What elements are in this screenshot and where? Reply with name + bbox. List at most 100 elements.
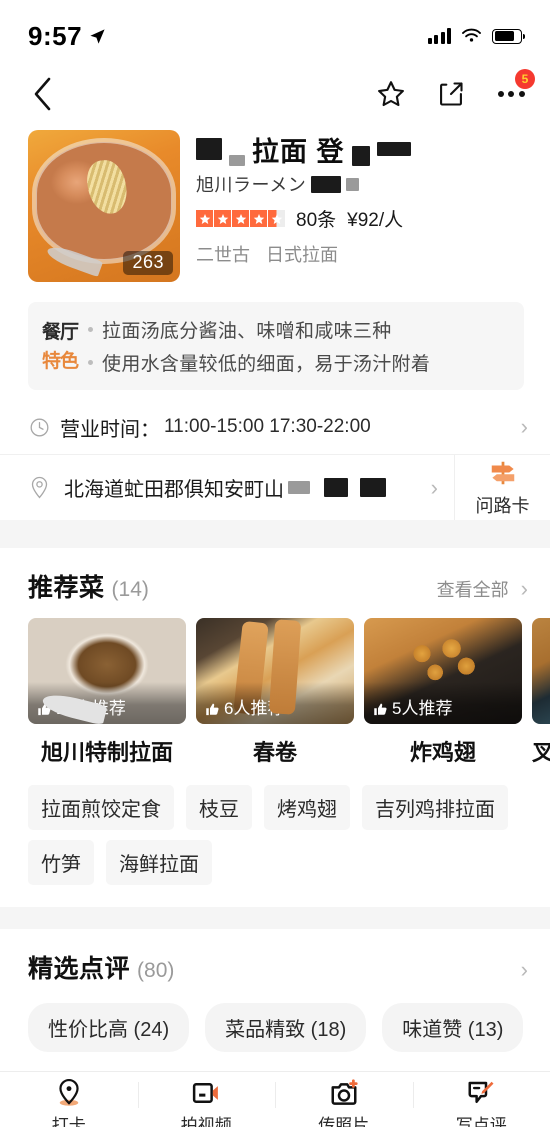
- clock-icon: [28, 417, 50, 438]
- section-divider: [0, 907, 550, 929]
- dish-image: 5人推荐: [364, 618, 522, 724]
- dish-name: 叉: [532, 740, 550, 765]
- chevron-right-icon: ›: [520, 576, 528, 601]
- nav-actions: 5: [374, 69, 535, 111]
- dish-tag[interactable]: 吉列鸡排拉面: [362, 785, 508, 830]
- thumbs-up-icon: [38, 703, 51, 716]
- restaurant-detail-page: 9:57 5 263 拉面 登 旭川ラーメン 80条 ¥92/人 二世古 日式拉…: [0, 0, 550, 1127]
- review-count: 80条: [296, 210, 337, 231]
- redacted-block: [229, 155, 245, 166]
- dish-card[interactable]: 15人推荐 旭川特制拉面: [28, 618, 186, 767]
- address-link[interactable]: 北海道虻田郡俱知安町山 ›: [28, 455, 454, 520]
- dish-tag[interactable]: 海鲜拉面: [106, 840, 212, 885]
- more-button[interactable]: 5: [494, 69, 535, 111]
- business-hours-value: 11:00-15:00 17:30-22:00: [164, 416, 371, 437]
- dish-tag[interactable]: 烤鸡翅: [264, 785, 350, 830]
- write-review-icon: [468, 1081, 494, 1103]
- recommended-dishes-count: (14): [111, 578, 149, 601]
- shop-photo-rim: [32, 138, 176, 264]
- category-area[interactable]: 二世古: [196, 241, 250, 267]
- back-button[interactable]: [26, 77, 60, 111]
- dish-tag[interactable]: 枝豆: [186, 785, 252, 830]
- shop-info: 拉面 登 旭川ラーメン 80条 ¥92/人 二世古 日式拉面: [196, 130, 524, 282]
- address-text: 北海道虻田郡俱知安町山: [64, 479, 284, 501]
- map-pin-checkin-icon: [59, 1078, 79, 1106]
- share-icon: [440, 82, 463, 106]
- see-all-button[interactable]: 查看全部 ›: [437, 576, 528, 602]
- more-dots-icon: [497, 91, 525, 97]
- bottom-action-bar: 打卡 拍视频 传照片 写点评: [0, 1071, 550, 1127]
- bottom-action-photo[interactable]: 传照片: [275, 1078, 413, 1127]
- chevron-right-icon: ›: [520, 414, 528, 439]
- bottom-action-checkin[interactable]: 打卡: [0, 1078, 138, 1127]
- dish-recommend-count: 15人推荐: [56, 699, 126, 718]
- dish-card[interactable]: 5人推荐 炸鸡翅: [364, 618, 522, 767]
- status-bar: 9:57: [0, 0, 550, 62]
- status-bar-right: [427, 28, 526, 44]
- dish-tag[interactable]: 竹笋: [28, 840, 94, 885]
- location-pin-icon: [28, 476, 50, 499]
- star-full: [196, 210, 213, 227]
- reviews-more-button[interactable]: ›: [515, 959, 528, 981]
- review-tag-pill[interactable]: 性价比高 (24): [28, 1003, 190, 1052]
- price-per-person: ¥92/人: [347, 210, 404, 231]
- review-tag-pill[interactable]: 味道赞 (13): [382, 1003, 524, 1052]
- redacted-block: [346, 177, 360, 191]
- bullet-icon: [88, 360, 94, 365]
- reviews-header[interactable]: 精选点评 (80) ›: [0, 929, 550, 985]
- dish-card[interactable]: 6人推荐 春卷: [196, 618, 354, 767]
- dish-name: 炸鸡翅: [409, 740, 476, 765]
- shop-photo[interactable]: 263: [28, 130, 180, 282]
- thumbs-up-icon: [374, 703, 387, 716]
- star-full: [214, 210, 231, 227]
- dish-tags-list: 拉面煎饺定食 枝豆 烤鸡翅 吉列鸡排拉面 竹笋 海鲜拉面: [0, 767, 550, 907]
- shop-title-row: 拉面 登: [196, 132, 524, 167]
- cellular-signal-icon: [427, 28, 451, 44]
- nav-bar: 5: [0, 62, 550, 126]
- dish-recommend-overlay: 5人推荐: [364, 682, 522, 724]
- rating-stars: [196, 210, 285, 227]
- more-badge: 5: [515, 69, 535, 89]
- dish-name: 春卷: [252, 740, 297, 765]
- star-half: [268, 210, 285, 227]
- star-outline-icon: [378, 81, 404, 107]
- favorite-button[interactable]: [374, 77, 408, 111]
- recommended-dishes-header: 推荐菜 (14) 查看全部 ›: [0, 548, 550, 604]
- camera-plus-icon: [331, 1079, 358, 1105]
- photo-count-badge: 263: [123, 251, 173, 275]
- chevron-left-icon: [34, 77, 51, 111]
- chevron-right-icon: ›: [430, 474, 438, 500]
- features-label-line1: 餐厅: [42, 322, 79, 343]
- recommended-dishes-list[interactable]: 15人推荐 旭川特制拉面 6人推荐 春卷 5人推荐 炸鸡翅 叉: [0, 604, 550, 767]
- share-button[interactable]: [434, 77, 468, 111]
- status-time: 9:57: [28, 20, 83, 51]
- review-tag-pill[interactable]: 菜品精致 (18): [205, 1003, 367, 1052]
- bottom-action-review[interactable]: 写点评: [412, 1078, 550, 1127]
- reviews-count: (80): [137, 959, 175, 982]
- battery-icon: [492, 28, 526, 44]
- business-hours-content: 营业时间： 11:00-15:00 17:30-22:00: [60, 413, 515, 442]
- bottom-action-label: 打卡: [51, 1116, 86, 1127]
- ask-directions-card-button[interactable]: 问路卡: [454, 455, 550, 520]
- bottom-action-label: 拍视频: [180, 1116, 232, 1127]
- dish-recommend-overlay: 15人推荐: [28, 682, 186, 724]
- feature-item: 使用水含量较低的细面，易于汤汁附着: [88, 349, 430, 376]
- bottom-action-video[interactable]: 拍视频: [137, 1078, 276, 1127]
- bottom-action-label: 传照片: [318, 1116, 370, 1127]
- review-tag-pills: 性价比高 (24) 菜品精致 (18) 味道赞 (13): [0, 985, 550, 1052]
- business-hours-row[interactable]: 营业时间： 11:00-15:00 17:30-22:00 ›: [0, 400, 550, 454]
- shop-rating-row: 80条 ¥92/人: [196, 205, 524, 232]
- bullet-icon: [88, 327, 94, 332]
- reviews-title: 精选点评: [28, 955, 131, 983]
- restaurant-features[interactable]: 餐厅 特色 拉面汤底分酱油、味噌和咸味三种 使用水含量较低的细面，易于汤汁附着: [28, 302, 524, 390]
- ask-directions-label: 问路卡: [475, 495, 530, 516]
- dish-tag[interactable]: 拉面煎饺定食: [28, 785, 174, 830]
- category-cuisine[interactable]: 日式拉面: [266, 241, 338, 267]
- status-bar-left: 9:57: [28, 21, 106, 52]
- dish-card[interactable]: 叉: [532, 618, 550, 767]
- recommended-dishes-title: 推荐菜: [28, 574, 105, 602]
- dish-recommend-count: 6人推荐: [224, 699, 285, 718]
- wifi-icon: [462, 28, 481, 42]
- address-row: 北海道虻田郡俱知安町山 › 问路卡: [0, 454, 550, 520]
- business-hours-label: 营业时间：: [60, 418, 160, 441]
